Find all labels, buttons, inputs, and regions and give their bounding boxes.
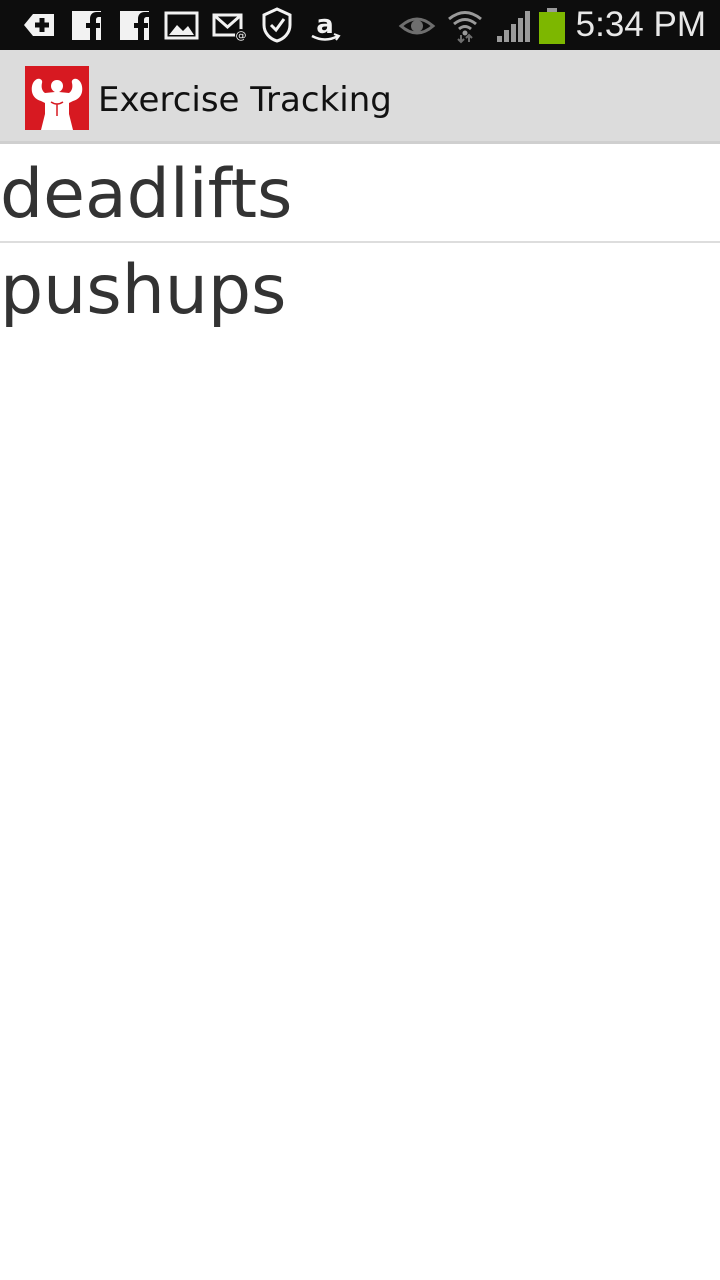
facebook-icon [68,6,106,44]
app-title: Exercise Tracking [98,80,392,120]
list-item[interactable]: deadlifts [0,147,720,243]
email-icon: @ [211,6,249,44]
action-bar: Exercise Tracking [0,50,720,144]
list-item[interactable]: pushups [0,243,720,339]
gallery-icon [163,6,201,44]
eye-icon [398,6,436,44]
signal-icon [494,6,532,44]
battery-icon [534,6,572,44]
svg-text:a: a [316,10,334,40]
list-item-label: pushups [0,251,287,330]
bodybuilder-icon[interactable] [25,66,89,130]
facebook-icon [116,6,154,44]
status-bar: @ a 5:34 PM [0,0,720,50]
security-icon [258,6,296,44]
status-time: 5:34 PM [575,5,706,44]
svg-text:@: @ [236,29,247,42]
amazon-icon: a [306,6,344,44]
exercise-list: deadlifts pushups [0,147,720,339]
list-item-label: deadlifts [0,155,293,234]
add-icon [20,6,58,44]
wifi-icon [446,6,484,44]
